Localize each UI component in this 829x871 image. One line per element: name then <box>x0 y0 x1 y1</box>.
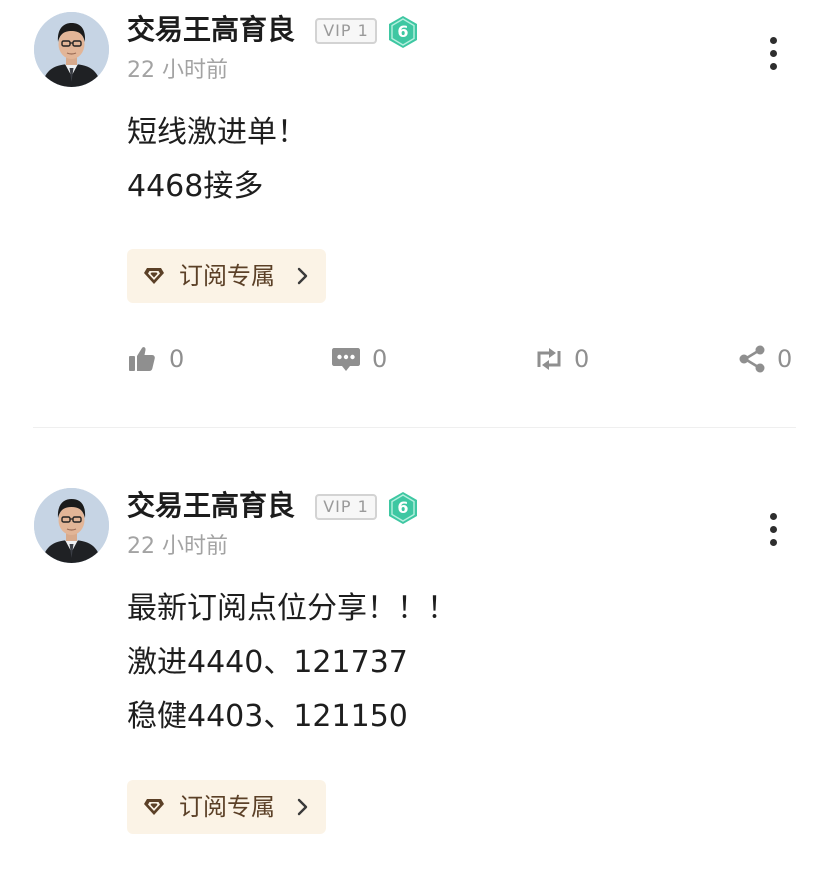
like-button[interactable]: 0 <box>127 337 207 381</box>
level-number: 6 <box>397 498 409 517</box>
repost-button[interactable]: 0 <box>534 337 604 381</box>
level-number: 6 <box>397 22 409 41</box>
subscribe-exclusive-button[interactable]: 订阅专属 <box>127 249 326 303</box>
like-count: 0 <box>169 345 185 373</box>
post-time: 22 小时前 <box>127 534 228 559</box>
level-badge: 6 <box>387 15 419 49</box>
more-icon[interactable] <box>758 509 788 549</box>
post-content: 短线激进单！ 4468接多 <box>127 106 307 214</box>
diamond-icon <box>143 266 165 286</box>
level-badge: 6 <box>387 491 419 525</box>
post-time: 22 小时前 <box>127 58 228 83</box>
action-bar: 0 0 0 0 <box>0 337 829 381</box>
avatar[interactable] <box>34 488 109 563</box>
comment-icon <box>331 345 361 373</box>
comment-button[interactable]: 0 <box>331 337 401 381</box>
chevron-right-icon <box>295 267 311 285</box>
thumbs-up-icon <box>127 345 157 373</box>
chevron-right-icon <box>295 798 311 816</box>
share-count: 0 <box>777 345 793 373</box>
post-text-line: 4468接多 <box>127 169 264 204</box>
author-name[interactable]: 交易王高育良 <box>127 488 295 524</box>
post-card: 交易王高育良 VIP 1 6 22 小时前 最新订阅点位分享！！！ 激进4440… <box>0 476 829 871</box>
share-icon <box>737 345 767 373</box>
vip-badge: VIP 1 <box>315 18 377 44</box>
repost-count: 0 <box>574 345 590 373</box>
post-divider <box>33 427 796 428</box>
post-text-line: 短线激进单！ <box>127 115 307 150</box>
more-icon[interactable] <box>758 33 788 73</box>
subscribe-label: 订阅专属 <box>179 262 275 290</box>
post-text-line: 激进4440、121737 <box>127 645 408 680</box>
repost-icon <box>534 345 564 373</box>
vip-badge: VIP 1 <box>315 494 377 520</box>
avatar[interactable] <box>34 12 109 87</box>
share-button[interactable]: 0 <box>737 337 799 381</box>
post-card: 交易王高育良 VIP 1 6 22 小时前 短线激进单！ 4468接多 订阅专属 <box>0 0 829 428</box>
subscribe-exclusive-button[interactable]: 订阅专属 <box>127 780 326 834</box>
author-name[interactable]: 交易王高育良 <box>127 12 295 48</box>
post-text-line: 稳健4403、121150 <box>127 699 408 734</box>
post-content: 最新订阅点位分享！！！ 激进4440、121737 稳健4403、121150 <box>127 582 457 744</box>
post-text-line: 最新订阅点位分享！！！ <box>127 591 457 626</box>
diamond-icon <box>143 797 165 817</box>
comment-count: 0 <box>372 345 388 373</box>
subscribe-label: 订阅专属 <box>179 793 275 821</box>
